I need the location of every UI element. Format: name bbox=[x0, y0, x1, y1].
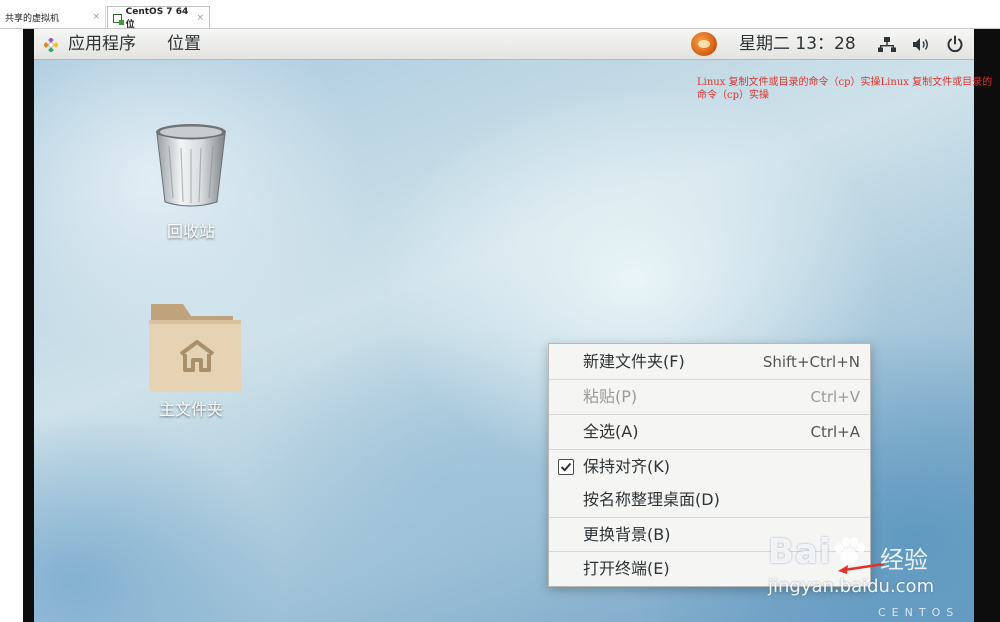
menu-item-select-all[interactable]: 全选(A) Ctrl+A bbox=[549, 415, 870, 449]
close-icon[interactable]: × bbox=[92, 12, 100, 22]
watermark-brand-cn: 经验 bbox=[880, 546, 928, 574]
centos-watermark: CENTOS bbox=[878, 606, 960, 619]
menu-item-paste[interactable]: 粘贴(P) Ctrl+V bbox=[549, 380, 870, 414]
network-icon[interactable] bbox=[878, 37, 896, 52]
menu-item-label: 全选(A) bbox=[583, 422, 639, 441]
checkbox-checked-icon[interactable] bbox=[558, 459, 574, 475]
watermark-brand: Bai bbox=[768, 532, 866, 572]
vm-tab-shared[interactable]: 共享的虚拟机 × bbox=[0, 6, 106, 28]
vm-tab-strip: 共享的虚拟机 × CentOS 7 64 位 × bbox=[0, 0, 1000, 30]
menu-item-label: 新建文件夹(F) bbox=[583, 352, 685, 371]
watermark-url: jingyan.baidu.com bbox=[768, 576, 935, 597]
menu-item-label: 保持对齐(K) bbox=[583, 457, 670, 476]
home-folder-icon bbox=[149, 304, 241, 392]
apps-icon bbox=[44, 38, 58, 52]
desktop-icon-home[interactable]: 主文件夹 bbox=[131, 294, 251, 420]
vm-tab-centos[interactable]: CentOS 7 64 位 × bbox=[107, 6, 210, 30]
baidu-watermark: Bai 经验 jingyan.baidu.com bbox=[768, 518, 998, 608]
menu-item-label: 粘贴(P) bbox=[583, 387, 638, 406]
menu-item-label: 更换背景(B) bbox=[583, 525, 671, 544]
vm-tab-label: 共享的虚拟机 bbox=[5, 13, 60, 24]
places-menu[interactable]: 位置 bbox=[167, 29, 201, 59]
trash-icon bbox=[156, 124, 226, 207]
power-icon[interactable] bbox=[946, 35, 964, 53]
desktop-icon-label: 回收站 bbox=[166, 222, 215, 241]
vm-icon bbox=[113, 13, 124, 25]
tray-app-icon[interactable] bbox=[691, 32, 717, 56]
menu-item-arrange-by-name[interactable]: 按名称整理桌面(D) bbox=[549, 483, 870, 517]
menu-item-new-folder[interactable]: 新建文件夹(F) Shift+Ctrl+N bbox=[549, 345, 870, 379]
gnome-top-bar: 应用程序 位置 星期二 13：28 bbox=[34, 29, 974, 60]
menu-item-label: 按名称整理桌面(D) bbox=[583, 490, 720, 509]
menu-item-accel: Ctrl+V bbox=[810, 388, 860, 406]
menu-item-keep-aligned[interactable]: 保持对齐(K) bbox=[549, 450, 870, 484]
desktop-icon-label: 主文件夹 bbox=[158, 400, 223, 419]
volume-icon[interactable] bbox=[912, 37, 930, 52]
menu-item-accel: Shift+Ctrl+N bbox=[762, 353, 860, 371]
paw-icon bbox=[832, 536, 866, 566]
close-icon[interactable]: × bbox=[196, 13, 204, 23]
desktop-icon-trash[interactable]: 回收站 bbox=[131, 122, 251, 242]
clock[interactable]: 星期二 13：28 bbox=[739, 29, 856, 59]
vm-tab-label: CentOS 7 64 位 bbox=[125, 6, 189, 30]
applications-menu[interactable]: 应用程序 bbox=[68, 29, 136, 59]
annotation-text: Linux 复制文件或目录的命令（cp）实操Linux 复制文件或目录的命令（c… bbox=[697, 77, 993, 101]
menu-item-accel: Ctrl+A bbox=[810, 423, 860, 441]
menu-item-label: 打开终端(E) bbox=[583, 559, 670, 578]
